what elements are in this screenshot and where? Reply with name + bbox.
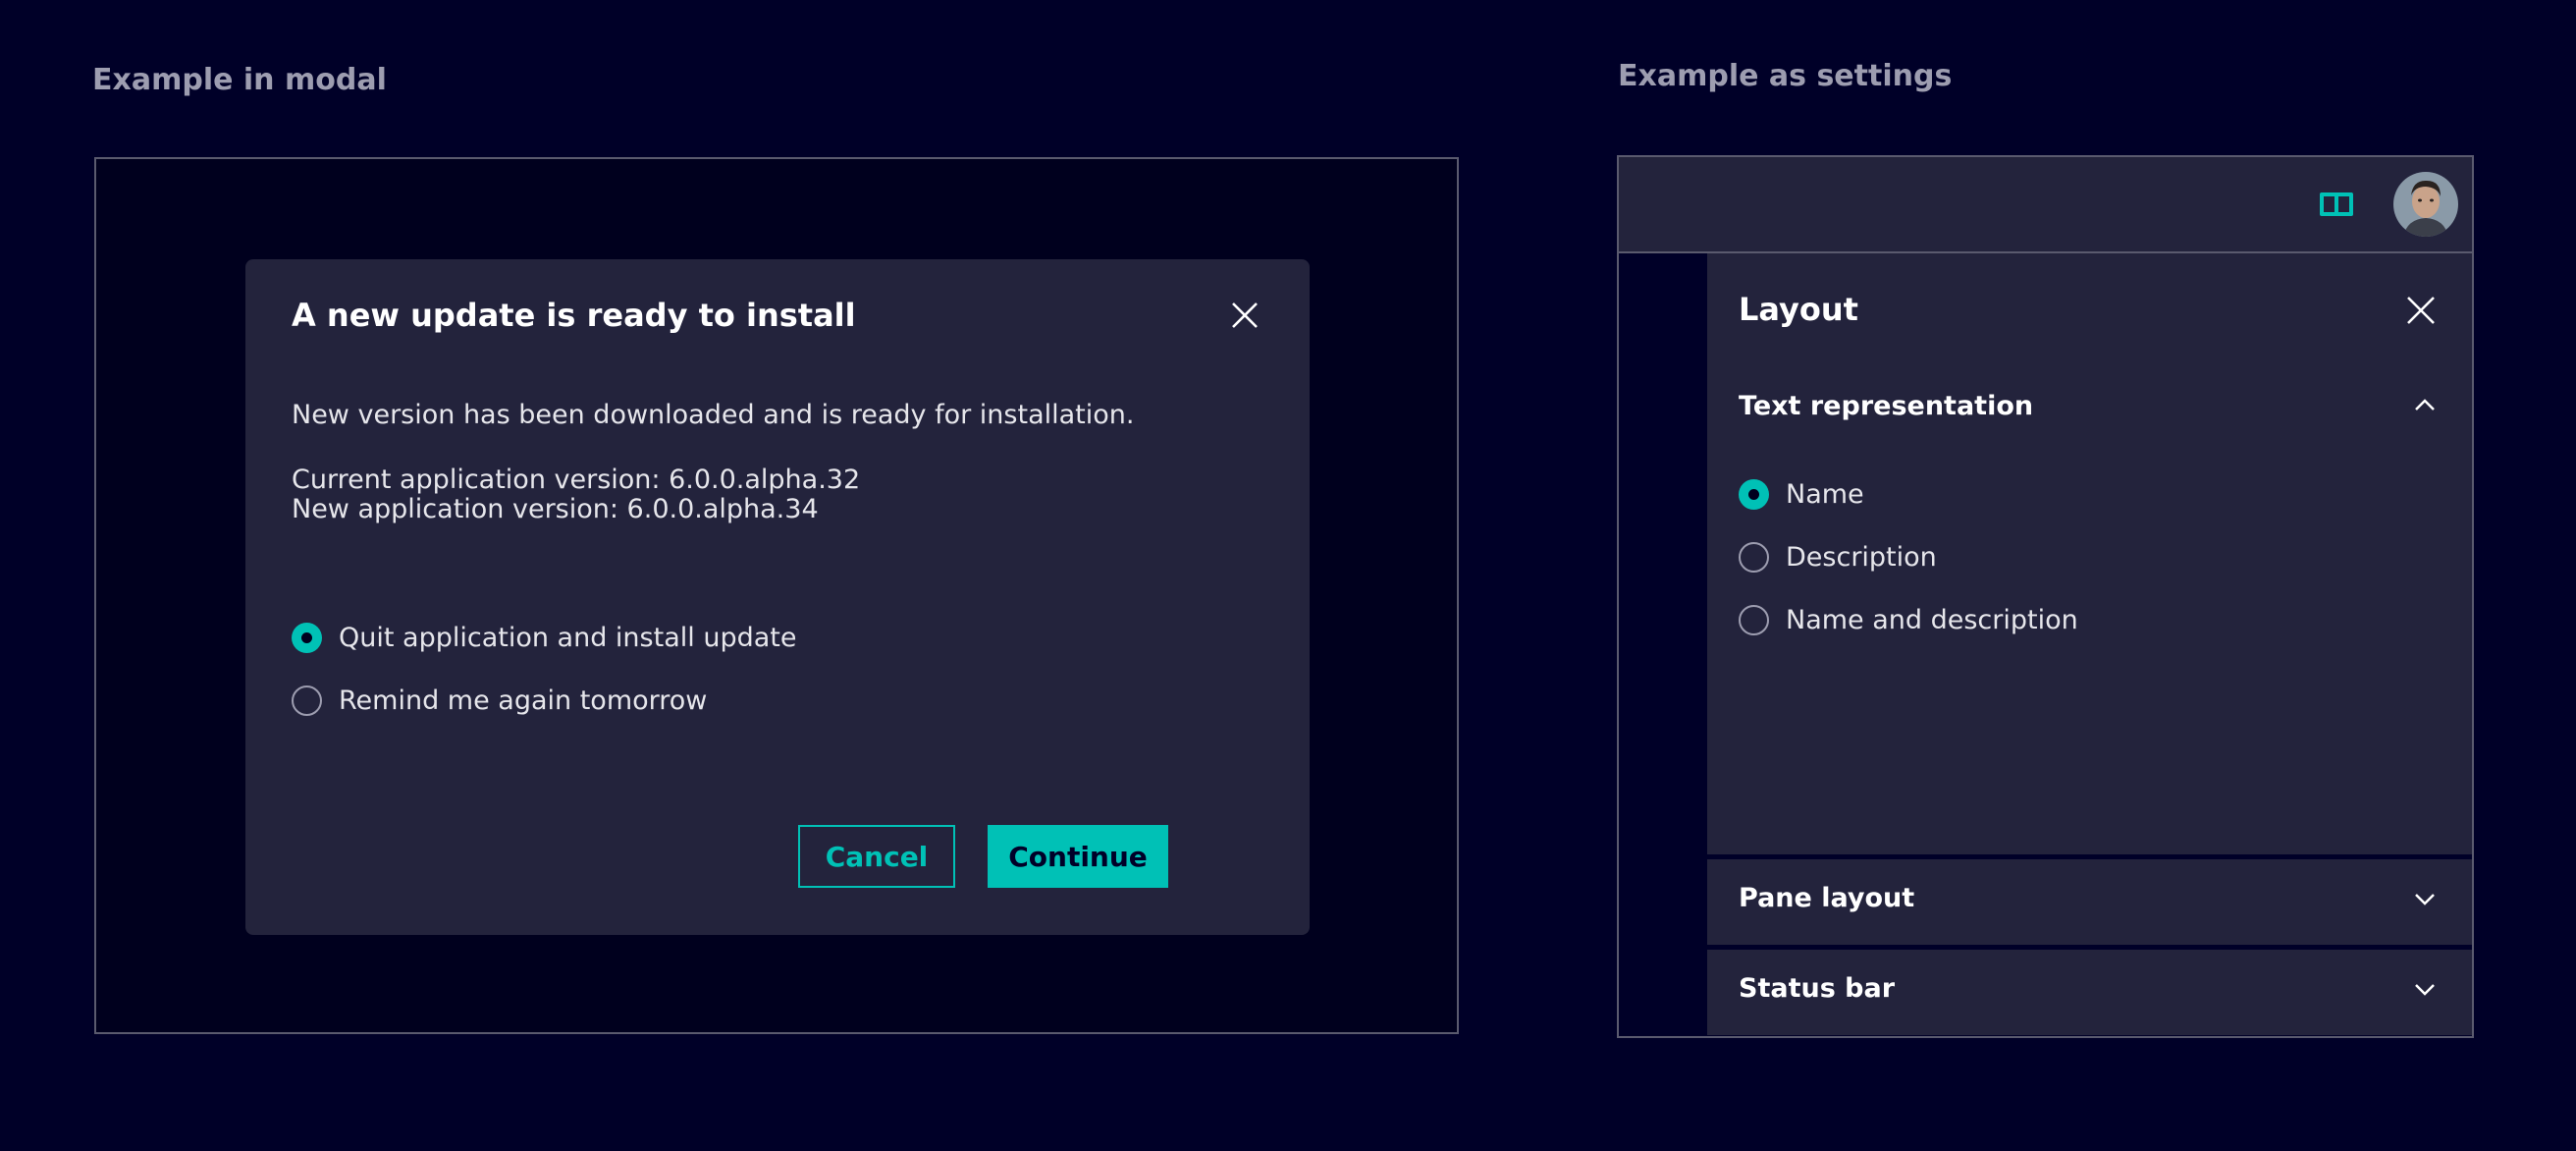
update-dialog: A new update is ready to install New ver…	[245, 259, 1310, 935]
avatar[interactable]	[2393, 172, 2458, 237]
app-header	[1619, 157, 2472, 253]
accordion-title: Text representation	[1739, 391, 2034, 421]
panel-title: Layout	[1739, 291, 1858, 328]
current-version-text: Current application version: 6.0.0.alpha…	[292, 465, 861, 495]
radio-label: Name and description	[1786, 605, 2078, 635]
radio-label: Quit application and install update	[339, 623, 797, 653]
navigation-strip	[1619, 253, 1707, 1036]
radio-unchecked-icon	[1739, 542, 1769, 573]
radio-remind-tomorrow[interactable]: Remind me again tomorrow	[292, 685, 707, 716]
accordion-title: Status bar	[1739, 973, 1896, 1004]
layout-icon	[2320, 192, 2353, 216]
dialog-message: New version has been downloaded and is r…	[292, 400, 1135, 430]
close-icon	[2407, 297, 2435, 324]
modal-example-frame: A new update is ready to install New ver…	[94, 157, 1459, 1034]
radio-unchecked-icon	[1739, 605, 1769, 635]
panel-close-button[interactable]	[2406, 296, 2436, 325]
radio-name-and-description[interactable]: Name and description	[1739, 605, 2078, 635]
radio-label: Name	[1786, 479, 1864, 510]
section-divider	[1707, 1035, 2472, 1036]
continue-button[interactable]: Continue	[988, 825, 1168, 888]
dialog-title: A new update is ready to install	[292, 297, 856, 334]
radio-description[interactable]: Description	[1739, 542, 1937, 573]
settings-panel: Layout Text representation Name Descript…	[1707, 253, 2472, 1036]
radio-unchecked-icon	[292, 685, 322, 716]
accordion-text-representation[interactable]: Text representation	[1707, 381, 2472, 430]
radio-label: Remind me again tomorrow	[339, 685, 708, 716]
radio-name[interactable]: Name	[1739, 479, 1864, 510]
layout-toggle-button[interactable]	[2319, 192, 2354, 221]
close-icon	[1232, 302, 1258, 328]
chevron-down-icon	[2415, 894, 2435, 905]
accordion-status-bar[interactable]: Status bar	[1707, 950, 2472, 1035]
radio-checked-icon	[292, 623, 322, 653]
modal-example-label: Example in modal	[92, 63, 387, 97]
settings-example-frame: Layout Text representation Name Descript…	[1617, 155, 2474, 1038]
settings-example-label: Example as settings	[1618, 59, 1953, 93]
chevron-up-icon	[2415, 399, 2435, 411]
accordion-pane-layout[interactable]: Pane layout	[1707, 859, 2472, 945]
avatar-image	[2393, 172, 2458, 237]
radio-label: Description	[1786, 542, 1937, 573]
cancel-button[interactable]: Cancel	[798, 825, 955, 888]
new-version-text: New application version: 6.0.0.alpha.34	[292, 494, 819, 524]
chevron-down-icon	[2415, 984, 2435, 996]
accordion-title: Pane layout	[1739, 883, 1915, 913]
radio-checked-icon	[1739, 479, 1769, 510]
dialog-close-button[interactable]	[1230, 301, 1260, 330]
radio-quit-install[interactable]: Quit application and install update	[292, 623, 796, 653]
